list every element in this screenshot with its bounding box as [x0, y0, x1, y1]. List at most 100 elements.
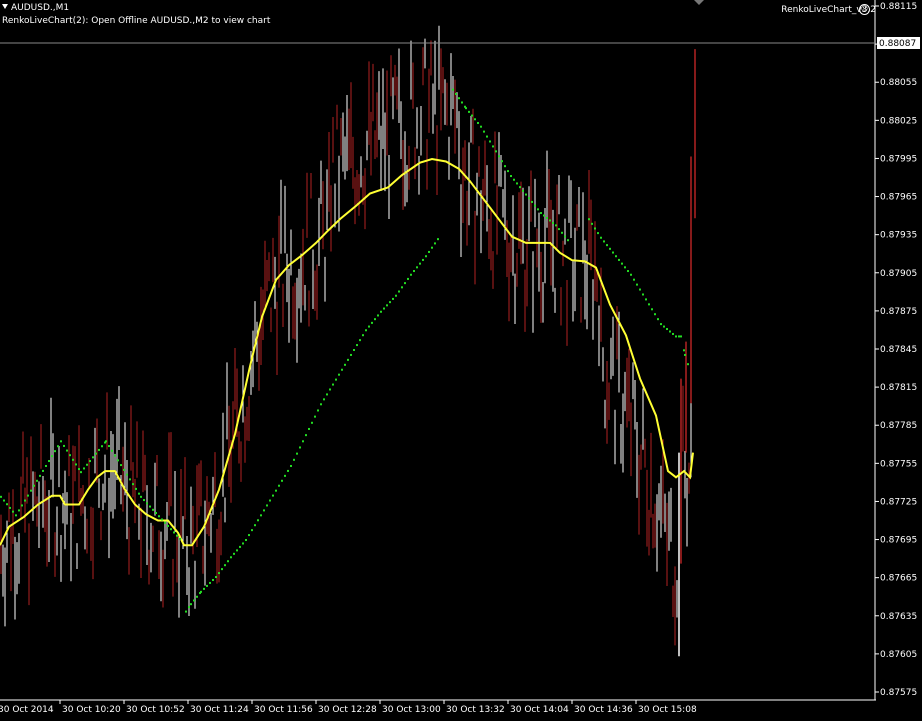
price-tick-label: 0.87875 [880, 307, 917, 317]
indicator-status-message: RenkoLiveChart(2): Open Offline AUDUSD.,… [2, 16, 271, 26]
price-tick-label: 0.87635 [880, 612, 917, 622]
sar-dot [615, 255, 617, 258]
sar-dot [101, 445, 103, 448]
sar-dot [675, 335, 677, 338]
sar-dot [105, 440, 107, 443]
sar-dot [269, 499, 271, 502]
sar-dot [338, 373, 340, 376]
sar-dot [89, 460, 91, 463]
sar-dot [167, 524, 169, 527]
sar-dot [516, 182, 518, 185]
smiley-icon: ☺ [859, 4, 870, 15]
price-tick-label: 0.87665 [880, 574, 917, 584]
sar-dot [135, 487, 137, 490]
chart-window[interactable]: 0.88115 0.88055 0.88025 0.87995 0.87965 0.879… [0, 0, 922, 721]
price-tick-label: 0.87695 [880, 536, 917, 546]
sar-dot [618, 258, 620, 261]
sar-dot [54, 450, 56, 453]
time-tick-label: 30 Oct 10:52 [126, 705, 185, 715]
price-bars [0, 25, 696, 657]
sar-dot [365, 329, 367, 332]
sar-dot [528, 197, 530, 200]
sar-dot [209, 581, 211, 584]
sar-dot [621, 262, 623, 265]
sar-dot [645, 298, 647, 301]
sar-dot [519, 186, 521, 189]
sar-dot [498, 155, 500, 158]
sar-dot [236, 549, 238, 552]
sar-dot [410, 273, 412, 276]
sar-dot [359, 339, 361, 342]
sar-dot [173, 531, 175, 534]
price-tick-label: 0.88025 [880, 116, 917, 126]
sar-dot [120, 464, 122, 467]
time-tick-label: 30 Oct 11:56 [254, 705, 313, 715]
sar-dot [386, 304, 388, 307]
sar-dot [335, 378, 337, 381]
sar-dot [3, 499, 5, 502]
sar-dot [152, 508, 154, 511]
sar-dot [437, 238, 439, 241]
sar-dot [30, 489, 32, 492]
sar-dot [170, 528, 172, 531]
current-price-label: 0.88087 [877, 37, 920, 49]
sar-dot [458, 97, 460, 100]
sar-dot [455, 92, 457, 95]
sar-dot [350, 353, 352, 356]
sar-dot [419, 262, 421, 265]
sar-dot [477, 121, 479, 124]
sar-dot [242, 542, 244, 545]
sar-dot [6, 503, 8, 506]
sar-dot [254, 524, 256, 527]
sar-dot [425, 255, 427, 258]
sar-dot [72, 458, 74, 461]
sar-dot [42, 469, 44, 472]
sar-dot [193, 599, 195, 602]
time-tick-label: 30 Oct 13:32 [446, 705, 505, 715]
sar-dot [149, 505, 151, 508]
sar-dot [603, 240, 605, 243]
sar-dot [501, 160, 503, 163]
sar-dot [278, 484, 280, 487]
time-tick-label: 30 Oct 14:04 [510, 705, 569, 715]
sar-dot [245, 539, 247, 542]
sar-dot [27, 494, 29, 497]
sar-dot [531, 200, 533, 203]
sar-dot [0, 495, 2, 498]
sar-dot [567, 239, 569, 242]
sar-dot [224, 564, 226, 567]
sar-dot [555, 224, 557, 227]
triangle-down-icon[interactable] [2, 4, 8, 9]
sar-dot [33, 484, 35, 487]
price-tick-label: 0.87965 [880, 193, 917, 203]
sar-dot [155, 512, 157, 515]
sar-dot [546, 216, 548, 219]
sar-dot [510, 175, 512, 178]
sar-dot [561, 231, 563, 234]
sar-dot [371, 321, 373, 324]
price-tick-label: 0.87815 [880, 383, 917, 393]
time-tick-label: 30 Oct 11:24 [190, 705, 249, 715]
sar-dot [176, 534, 178, 537]
sar-dot [86, 463, 88, 466]
sar-dot [657, 318, 659, 321]
price-tick-label: 0.87995 [880, 154, 917, 164]
sar-dot [138, 492, 140, 495]
sar-dot [140, 495, 142, 498]
sar-dot [428, 250, 430, 253]
sar-dot [353, 349, 355, 351]
sar-dot [669, 330, 671, 333]
sar-dot [401, 286, 403, 289]
sar-dot [395, 294, 397, 297]
time-axis[interactable]: 30 Oct 2014 30 Oct 10:20 30 Oct 10:52 30 Oc… [0, 700, 697, 715]
sar-dot [12, 510, 14, 513]
price-axis[interactable]: 0.88115 0.88055 0.88025 0.87995 0.87965 0.879… [875, 2, 917, 698]
sar-dot [179, 537, 181, 540]
price-chart[interactable]: 0.88115 0.88055 0.88025 0.87995 0.87965 0.879… [0, 0, 922, 721]
price-tick-label: 0.87905 [880, 269, 917, 279]
sar-dot [398, 290, 400, 293]
sar-dot [609, 247, 611, 250]
chart-shift-marker-icon[interactable] [694, 0, 704, 5]
sar-dot [221, 568, 223, 571]
sar-dot [260, 514, 262, 517]
